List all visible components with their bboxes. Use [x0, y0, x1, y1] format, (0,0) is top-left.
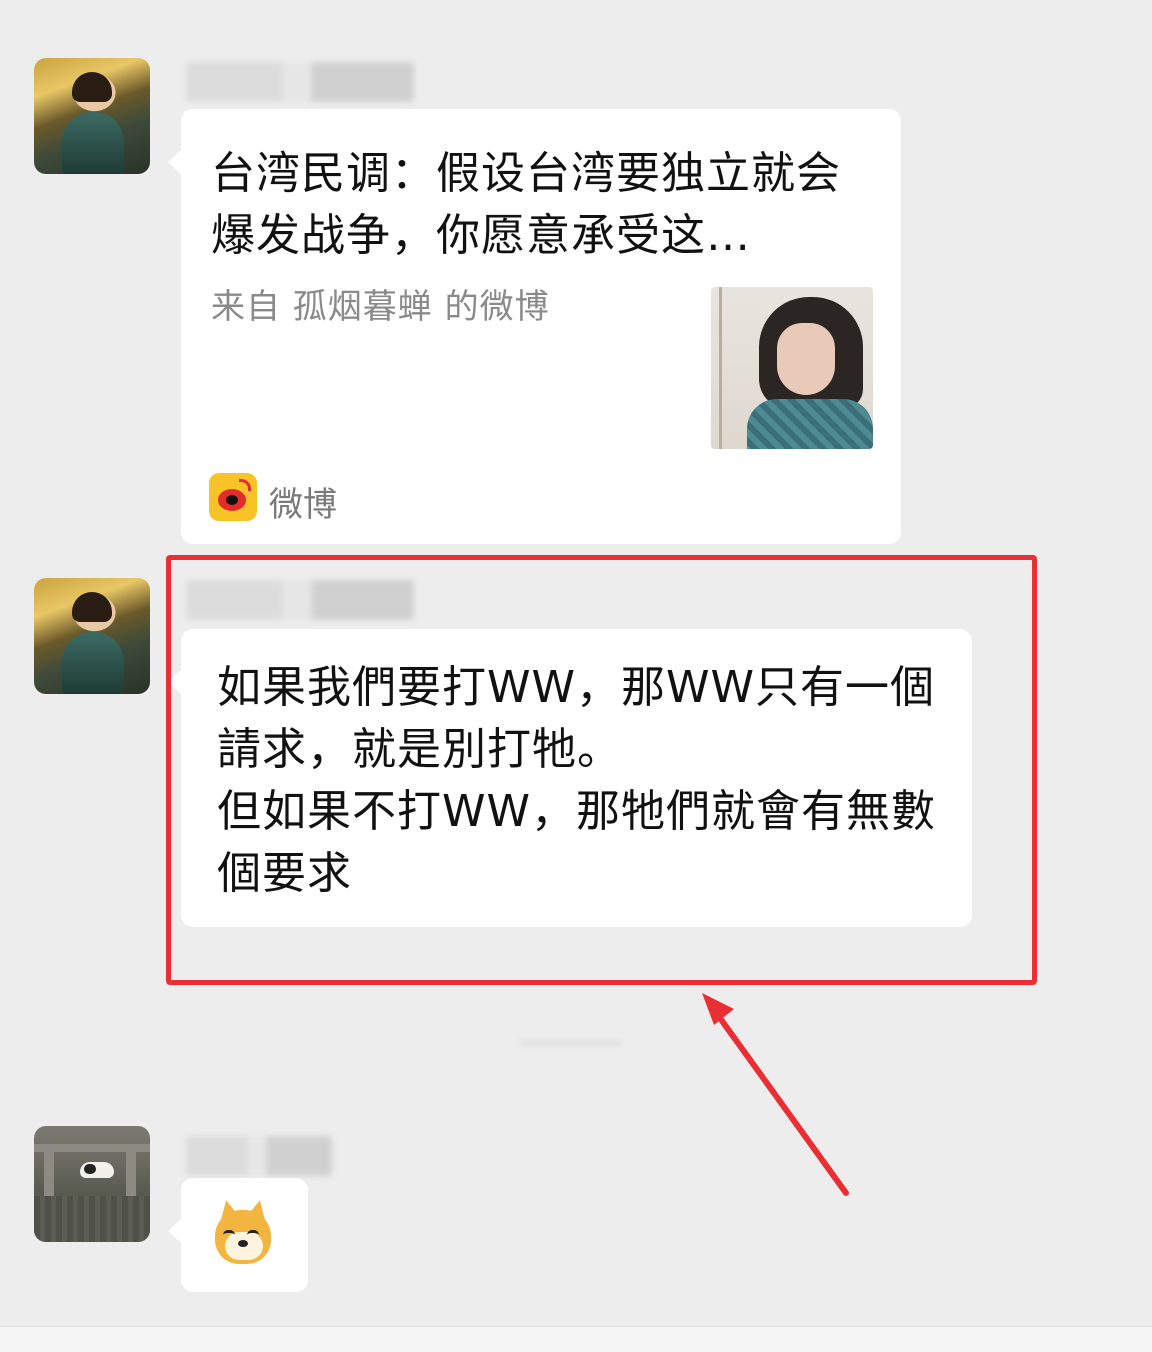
sender-avatar[interactable] — [34, 1126, 150, 1242]
weibo-icon — [209, 473, 257, 521]
sender-name-blurred — [186, 62, 414, 102]
share-card-source: 来自 孤烟暮蝉 的微博 — [211, 287, 550, 327]
system-notice-faded — [520, 1040, 622, 1046]
annotation-arrow — [702, 993, 849, 1196]
share-card-thumbnail — [711, 287, 873, 449]
doge-emoji-icon — [215, 1198, 271, 1264]
input-bar-edge — [0, 1326, 1152, 1352]
annotation-highlight-box — [166, 555, 1037, 985]
share-card-title: 台湾民调：假设台湾要独立就会爆发战争，你愿意承受这… — [211, 148, 841, 261]
share-card-app-label: 微博 — [269, 485, 337, 525]
share-card-bubble[interactable]: 台湾民调：假设台湾要独立就会爆发战争，你愿意承受这… 来自 孤烟暮蝉 的微博 微… — [168, 109, 901, 544]
sticker-message-bubble[interactable] — [168, 1178, 308, 1292]
sender-avatar[interactable] — [34, 58, 150, 174]
sender-name-blurred — [186, 1136, 332, 1176]
sender-avatar[interactable] — [34, 578, 150, 694]
